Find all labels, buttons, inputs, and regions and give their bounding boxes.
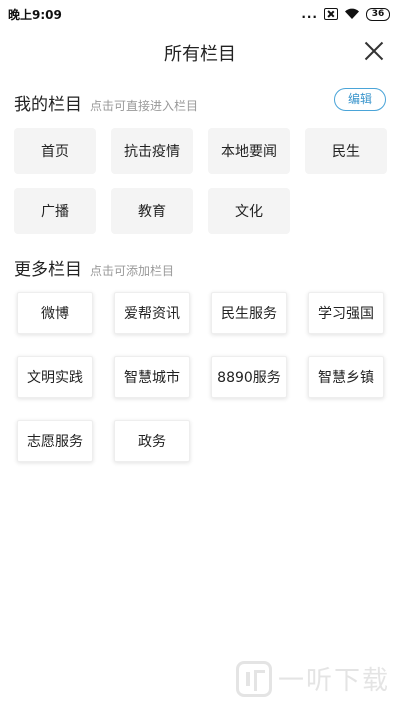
more-channel-item[interactable]: 文明实践 [17,356,93,398]
my-channels-title: 我的栏目 [14,95,82,115]
more-dots-icon: ... [301,7,318,21]
status-icons: ... 36 [301,6,390,22]
my-channels-header: 我的栏目 点击可直接进入栏目 [14,90,198,115]
watermark: 一听下载 [235,660,390,697]
my-channel-item[interactable]: 抗击疫情 [111,128,193,174]
close-icon[interactable] [364,41,384,61]
battery-icon: 36 [366,7,390,21]
watermark-logo-icon [235,660,272,697]
my-channels-grid: 首页 抗击疫情 本地要闻 民生 广播 教育 文化 [14,128,387,234]
my-channel-item[interactable]: 广播 [14,188,96,234]
edit-button[interactable]: 编辑 [334,88,386,111]
more-channel-item[interactable]: 学习强国 [308,292,384,334]
more-channel-item[interactable]: 智慧城市 [114,356,190,398]
my-channel-item[interactable]: 教育 [111,188,193,234]
my-channel-item[interactable]: 文化 [208,188,290,234]
my-channels-hint: 点击可直接进入栏目 [90,99,199,113]
more-channels-hint: 点击可添加栏目 [90,264,175,278]
wifi-icon [345,8,359,19]
more-channel-item[interactable]: 8890服务 [211,356,287,398]
my-channel-item[interactable]: 本地要闻 [208,128,290,174]
more-channel-item[interactable]: 政务 [114,420,190,462]
more-channel-item[interactable]: 爱帮资讯 [114,292,190,334]
page-title: 所有栏目 [164,44,236,65]
my-channel-item[interactable]: 民生 [305,128,387,174]
more-channels-header: 更多栏目 点击可添加栏目 [14,255,174,280]
more-channels-title: 更多栏目 [14,260,82,280]
status-time: 晚上9:09 [8,8,62,22]
more-channels-grid: 微博 爱帮资讯 民生服务 学习强国 文明实践 智慧城市 8890服务 智慧乡镇 … [17,292,384,462]
no-sim-icon [324,8,338,20]
more-channel-item[interactable]: 民生服务 [211,292,287,334]
more-channel-item[interactable]: 智慧乡镇 [308,356,384,398]
more-channel-item[interactable]: 志愿服务 [17,420,93,462]
more-channel-item[interactable]: 微博 [17,292,93,334]
watermark-text: 一听下载 [277,666,390,696]
my-channel-item[interactable]: 首页 [14,128,96,174]
status-bar: 晚上9:09 ... 36 [0,0,400,28]
